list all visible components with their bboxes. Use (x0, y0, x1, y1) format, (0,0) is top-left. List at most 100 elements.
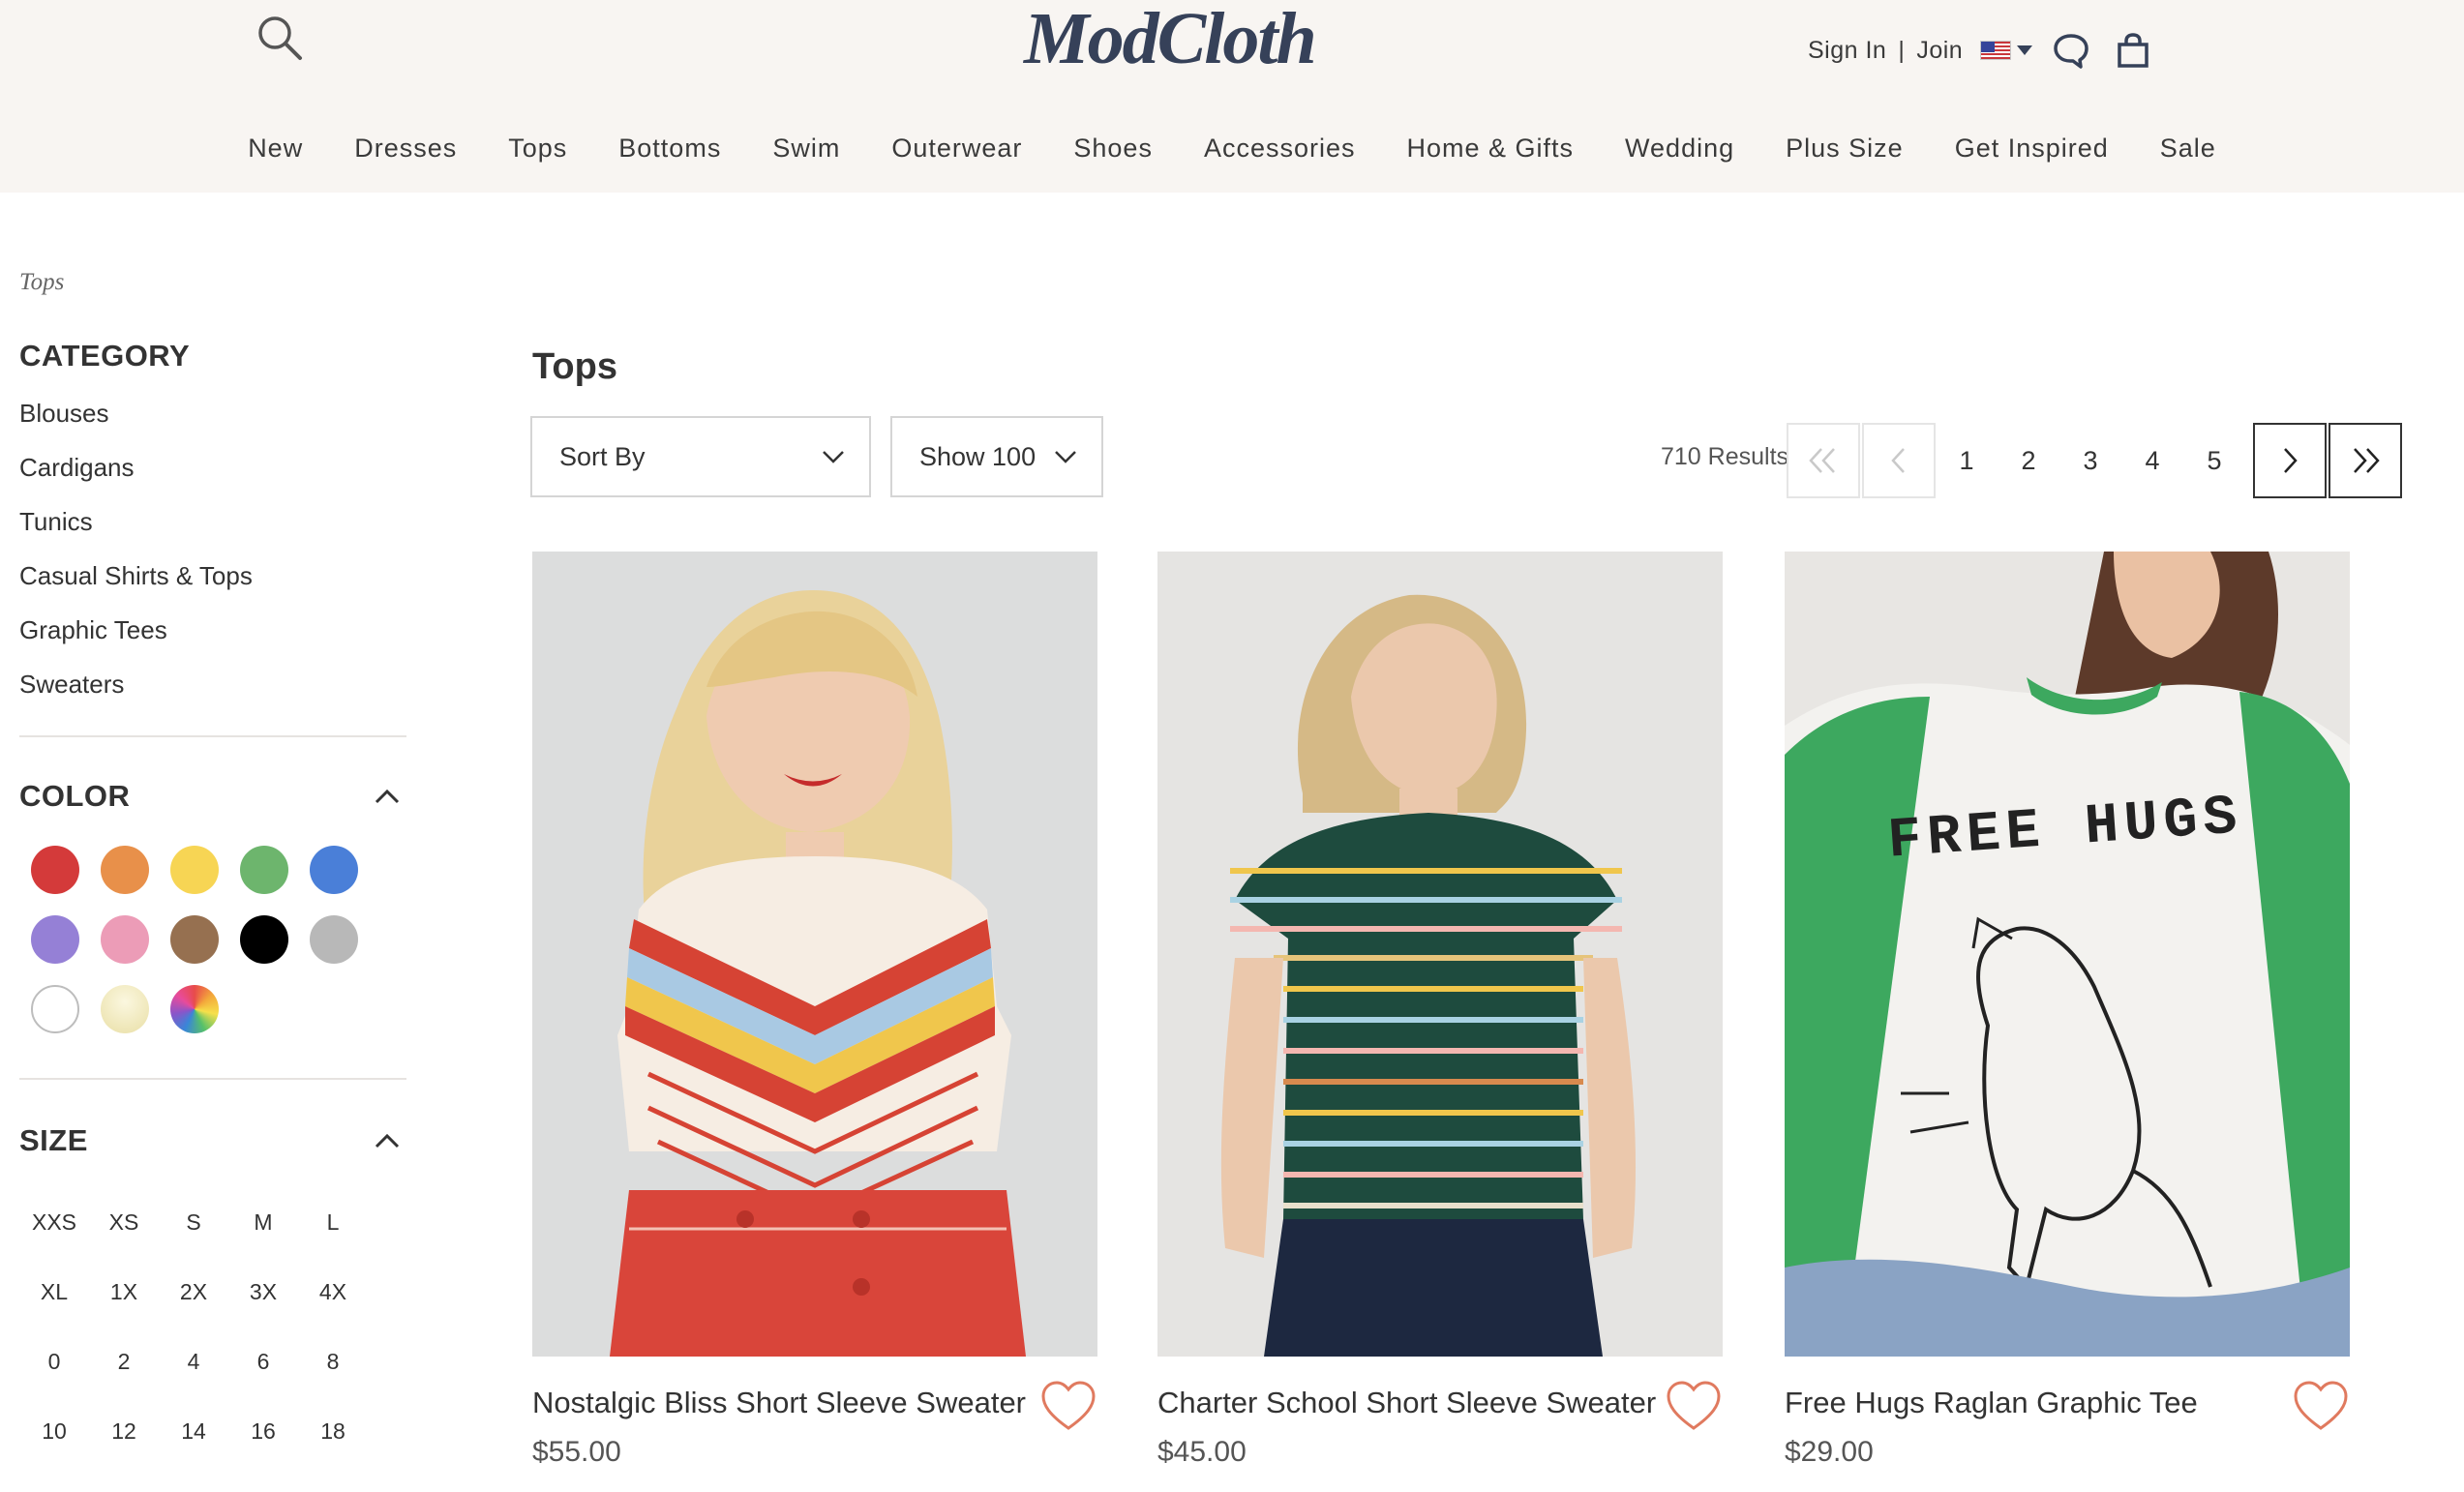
page-number[interactable]: 4 (2121, 446, 2183, 476)
nav-sale[interactable]: Sale (2160, 134, 2216, 164)
size-option[interactable]: 18 (298, 1415, 368, 1447)
nav-plus-size[interactable]: Plus Size (1786, 134, 1904, 164)
chevron-up-icon[interactable] (368, 777, 406, 816)
next-page-button[interactable] (2253, 423, 2327, 498)
nav-get-inspired[interactable]: Get Inspired (1955, 134, 2109, 164)
product-name[interactable]: Nostalgic Bliss Short Sleeve Sweater (532, 1386, 1026, 1420)
chevron-down-icon (823, 451, 844, 463)
nav-wedding[interactable]: Wedding (1625, 134, 1734, 164)
pagination: 1 2 3 4 5 (1787, 423, 2402, 498)
site-header: ModCloth Sign In | Join New Dresses Tops… (0, 0, 2464, 193)
size-option[interactable]: 2 (89, 1345, 159, 1378)
size-options: XXS XS S M L XL 1X 2X 3X 4X 0 2 4 6 8 10… (19, 1206, 406, 1447)
product-price: $55.00 (532, 1436, 621, 1468)
page-number[interactable]: 2 (1998, 446, 2059, 476)
category-blouses[interactable]: Blouses (19, 399, 406, 453)
color-swatch-purple[interactable] (31, 915, 79, 964)
nav-new[interactable]: New (248, 134, 303, 164)
size-option[interactable]: 0 (19, 1345, 89, 1378)
color-swatch-black[interactable] (240, 915, 288, 964)
category-sweaters[interactable]: Sweaters (19, 670, 406, 724)
country-selector[interactable] (1980, 41, 2033, 60)
size-option[interactable]: XL (19, 1275, 89, 1308)
heart-icon[interactable] (1665, 1378, 1723, 1436)
color-swatch-white[interactable] (31, 985, 79, 1033)
category-list: Blouses Cardigans Tunics Casual Shirts &… (19, 399, 406, 724)
size-option[interactable]: 12 (89, 1415, 159, 1447)
size-option[interactable]: 6 (228, 1345, 298, 1378)
modcloth-logo[interactable]: ModCloth (1024, 0, 1317, 77)
sort-by-dropdown[interactable]: Sort By (530, 416, 871, 497)
size-option[interactable]: 8 (298, 1345, 368, 1378)
color-swatches (19, 846, 406, 1033)
breadcrumb[interactable]: Tops (19, 269, 64, 296)
color-swatch-yellow[interactable] (170, 846, 219, 894)
color-swatch-blue[interactable] (310, 846, 358, 894)
product-image[interactable] (532, 552, 1097, 1357)
shopping-bag-icon[interactable] (2114, 31, 2152, 70)
color-facet-header[interactable]: COLOR (19, 772, 406, 821)
last-page-button[interactable] (2329, 423, 2402, 498)
size-option[interactable]: 4 (159, 1345, 228, 1378)
size-option[interactable]: 4X (298, 1275, 368, 1308)
nav-accessories[interactable]: Accessories (1204, 134, 1356, 164)
chevron-left-icon (1891, 448, 1905, 473)
product-price: $45.00 (1157, 1436, 1247, 1468)
nav-shoes[interactable]: Shoes (1073, 134, 1153, 164)
product-card: Charter School Short Sleeve Sweater $45.… (1157, 552, 1723, 1468)
size-option[interactable]: 2X (159, 1275, 228, 1308)
first-page-button[interactable] (1787, 423, 1860, 498)
nav-bottoms[interactable]: Bottoms (618, 134, 721, 164)
category-cardigans[interactable]: Cardigans (19, 453, 406, 507)
product-name[interactable]: Free Hugs Raglan Graphic Tee (1785, 1386, 2198, 1420)
page-number[interactable]: 5 (2183, 446, 2245, 476)
size-option[interactable]: XS (89, 1206, 159, 1238)
product-name[interactable]: Charter School Short Sleeve Sweater (1157, 1386, 1656, 1420)
page-number[interactable]: 1 (1936, 446, 1998, 476)
size-option[interactable]: XXS (19, 1206, 89, 1238)
prev-page-button[interactable] (1862, 423, 1936, 498)
double-chevron-left-icon (1809, 448, 1835, 473)
color-swatch-grey[interactable] (310, 915, 358, 964)
nav-tops[interactable]: Tops (508, 134, 567, 164)
size-option[interactable]: 3X (228, 1275, 298, 1308)
heart-icon[interactable] (2292, 1378, 2350, 1436)
product-image[interactable] (1157, 552, 1723, 1357)
caret-down-icon (2017, 45, 2033, 55)
main-nav: New Dresses Tops Bottoms Swim Outerwear … (0, 124, 2464, 172)
page-title: Tops (532, 346, 617, 387)
color-swatch-orange[interactable] (101, 846, 149, 894)
category-casual-shirts[interactable]: Casual Shirts & Tops (19, 561, 406, 615)
search-icon[interactable] (254, 12, 308, 66)
size-option[interactable]: 10 (19, 1415, 89, 1447)
us-flag-icon (1980, 41, 2012, 60)
results-count: 710 Results (1661, 443, 1789, 470)
nav-swim[interactable]: Swim (772, 134, 840, 164)
size-option[interactable]: L (298, 1206, 368, 1238)
category-graphic-tees[interactable]: Graphic Tees (19, 615, 406, 670)
heart-icon[interactable] (1039, 1378, 1097, 1436)
color-swatch-red[interactable] (31, 846, 79, 894)
sign-in-link[interactable]: Sign In (1808, 37, 1886, 65)
nav-dresses[interactable]: Dresses (354, 134, 457, 164)
color-swatch-brown[interactable] (170, 915, 219, 964)
color-swatch-green[interactable] (240, 846, 288, 894)
nav-outerwear[interactable]: Outerwear (891, 134, 1022, 164)
size-option[interactable]: M (228, 1206, 298, 1238)
size-option[interactable]: S (159, 1206, 228, 1238)
size-option[interactable]: 14 (159, 1415, 228, 1447)
chevron-up-icon[interactable] (368, 1121, 406, 1160)
nav-home-gifts[interactable]: Home & Gifts (1407, 134, 1575, 164)
size-option[interactable]: 1X (89, 1275, 159, 1308)
page-number[interactable]: 3 (2059, 446, 2121, 476)
color-swatch-pink[interactable] (101, 915, 149, 964)
show-count-dropdown[interactable]: Show 100 (890, 416, 1103, 497)
chat-icon[interactable] (2052, 31, 2090, 70)
category-tunics[interactable]: Tunics (19, 507, 406, 561)
join-link[interactable]: Join (1916, 37, 1963, 65)
color-swatch-multi[interactable] (170, 985, 219, 1033)
size-option[interactable]: 16 (228, 1415, 298, 1447)
color-swatch-cream[interactable] (101, 985, 149, 1033)
product-image[interactable]: FREE HUGS (1785, 552, 2350, 1357)
size-facet-header[interactable]: SIZE (19, 1117, 406, 1165)
